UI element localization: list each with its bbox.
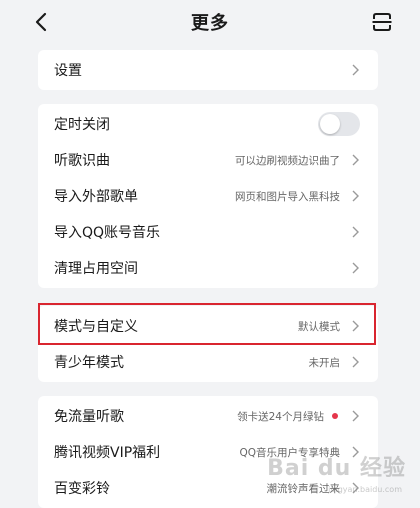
chevron-right-icon [352, 262, 359, 274]
chevron-right-icon [352, 154, 359, 166]
chevron-right-icon [352, 190, 359, 202]
free-data-row[interactable]: 免流量听歌 领卡送24个月绿钻 [38, 398, 378, 434]
row-label: 百变彩铃 [54, 481, 110, 497]
chevron-left-icon[interactable] [30, 10, 54, 34]
page-title: 更多 [191, 13, 229, 34]
row-label: 设置 [54, 63, 82, 79]
row-label: 清理占用空间 [54, 261, 138, 277]
row-value: 未开启 [308, 356, 341, 369]
chevron-right-icon [352, 320, 359, 332]
settings-row[interactable]: 设置 [38, 52, 378, 88]
scan-icon[interactable] [370, 10, 394, 34]
row-label: 听歌识曲 [54, 153, 110, 169]
top-bar: 更多 [0, 0, 420, 44]
row-label: 免流量听歌 [54, 409, 124, 425]
row-label: 模式与自定义 [54, 319, 138, 335]
tools-card: 定时关闭 听歌识曲 可以边刷视频边识曲了 导入外部歌单 网页和图片导入黑科技 导… [38, 104, 378, 288]
teen-mode-row[interactable]: 青少年模式 未开启 [38, 344, 378, 380]
import-qq-music-row[interactable]: 导入QQ账号音乐 [38, 214, 378, 250]
song-recognition-row[interactable]: 听歌识曲 可以边刷视频边识曲了 [38, 142, 378, 178]
chevron-right-icon [352, 356, 359, 368]
row-label: 导入QQ账号音乐 [54, 225, 161, 241]
chevron-right-icon [352, 410, 359, 422]
row-label: 导入外部歌单 [54, 189, 138, 205]
chevron-right-icon [352, 226, 359, 238]
row-label: 青少年模式 [54, 355, 124, 371]
row-value: 网页和图片导入黑科技 [235, 190, 340, 203]
row-label: 腾讯视频VIP福利 [54, 445, 161, 461]
row-value: 默认模式 [298, 320, 340, 333]
watermark: Bai du 经验 [267, 456, 406, 481]
watermark-sub: jingyan.baidu.com [328, 485, 402, 494]
chevron-right-icon [352, 64, 359, 76]
row-value: 可以边刷视频边识曲了 [235, 154, 340, 167]
settings-card: 设置 [38, 50, 378, 90]
import-playlist-row[interactable]: 导入外部歌单 网页和图片导入黑科技 [38, 178, 378, 214]
toggle-knob [320, 114, 340, 134]
notification-dot [332, 413, 338, 419]
mode-card: 模式与自定义 默认模式 青少年模式 未开启 [38, 306, 378, 382]
clear-storage-row[interactable]: 清理占用空间 [38, 250, 378, 286]
sleep-timer-toggle[interactable] [318, 112, 360, 136]
mode-customize-row[interactable]: 模式与自定义 默认模式 [38, 308, 378, 344]
sleep-timer-row[interactable]: 定时关闭 [38, 106, 378, 142]
row-label: 定时关闭 [54, 117, 110, 133]
row-value: 领卡送24个月绿钻 [237, 410, 324, 423]
